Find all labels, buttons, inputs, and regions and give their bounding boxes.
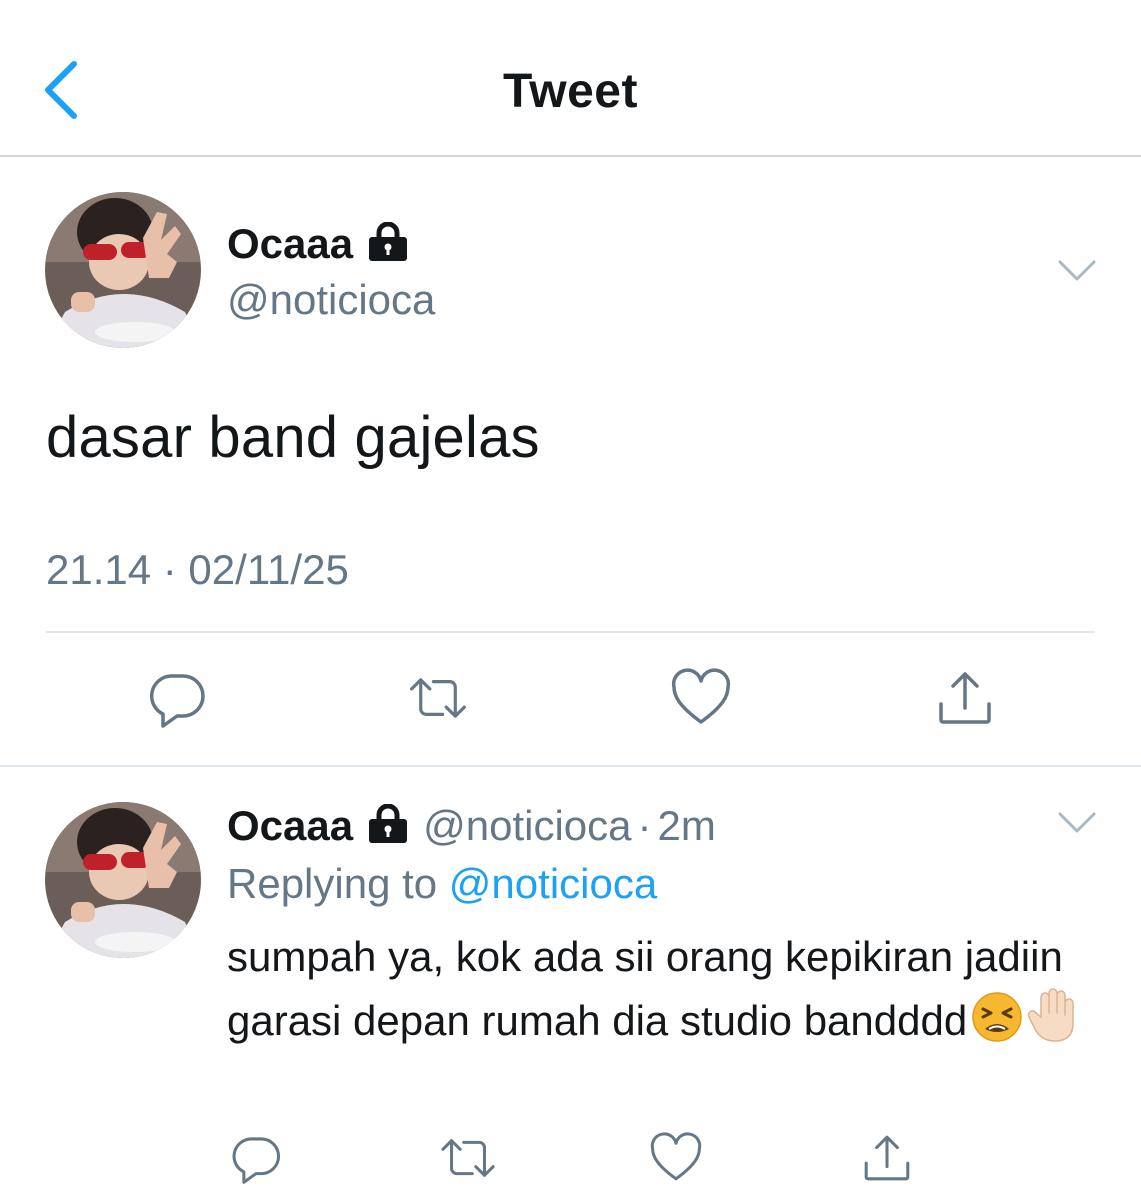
divider <box>46 631 1095 633</box>
heart-icon <box>671 668 731 724</box>
retweet-icon <box>410 678 466 718</box>
raised-hand-emoji <box>1027 987 1079 1059</box>
reply-text-container: sumpah ya, kok ada sii orang kepikiran j… <box>227 926 1107 1059</box>
page-title: Tweet <box>503 65 638 118</box>
section-divider <box>0 765 1141 767</box>
author-row: Ocaaa <box>227 220 409 268</box>
lock-icon <box>367 803 409 849</box>
reply-text: sumpah ya, kok ada sii orang kepikiran j… <box>227 933 1063 1044</box>
like-button[interactable] <box>671 668 731 728</box>
reply-time[interactable]: 2m <box>658 802 716 850</box>
reply-button[interactable] <box>147 668 207 728</box>
replying-to-label: Replying to <box>227 860 449 907</box>
retweet-button[interactable] <box>408 668 468 728</box>
reply-share-button[interactable] <box>857 1128 917 1188</box>
reply-handle[interactable]: @noticioca <box>423 802 631 850</box>
reply-like-button[interactable] <box>646 1128 706 1188</box>
tweet-text: dasar band gajelas <box>46 405 540 470</box>
top-bar: Tweet <box>0 0 1141 157</box>
reply-more-options-button[interactable] <box>1057 810 1097 836</box>
reply-reply-button[interactable] <box>226 1128 286 1188</box>
tweet-timestamp[interactable]: 21.14 · 02/11/25 <box>46 546 349 594</box>
display-name[interactable]: Ocaaa <box>227 220 353 268</box>
reply-author-row: Ocaaa @noticioca · 2m <box>227 802 716 850</box>
share-button[interactable] <box>935 668 995 728</box>
separator-dot: · <box>637 802 652 849</box>
chevron-down-icon <box>1058 260 1096 281</box>
reply-avatar[interactable] <box>45 802 201 958</box>
tired-face-emoji <box>971 991 1023 1059</box>
retweet-icon <box>441 1139 495 1177</box>
reply-icon <box>149 674 205 728</box>
reply-display-name[interactable]: Ocaaa <box>227 802 353 850</box>
share-icon <box>864 1135 910 1181</box>
avatar[interactable] <box>45 192 201 348</box>
reply-retweet-button[interactable] <box>438 1128 498 1188</box>
replying-to-line: Replying to @noticioca <box>227 860 657 908</box>
more-options-button[interactable] <box>1057 258 1097 284</box>
chevron-down-icon <box>1058 812 1096 833</box>
author-handle[interactable]: @noticioca <box>227 276 435 324</box>
reply-icon <box>232 1137 281 1184</box>
lock-icon <box>367 221 409 267</box>
share-icon <box>939 672 991 724</box>
heart-icon <box>650 1132 702 1181</box>
replying-to-mention[interactable]: @noticioca <box>449 860 657 907</box>
